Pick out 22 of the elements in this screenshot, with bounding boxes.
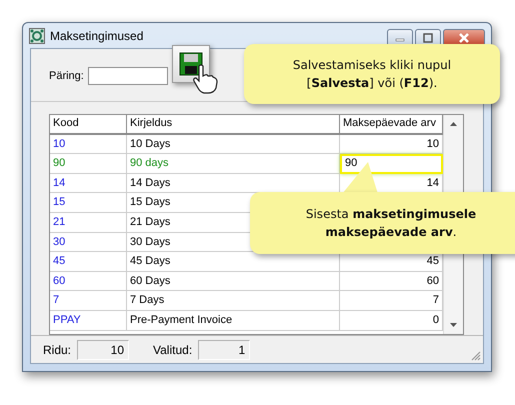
rows-count: 10 [77,340,130,360]
table-cell: 45 [50,252,127,272]
table-cell: 60 Days [127,272,340,292]
table-cell: PPAY [50,310,127,331]
table-cell: 30 [50,232,127,252]
window-title: Maksetingimused [50,28,144,42]
save-hint-tooltip: Salvestamiseks kliki nupul [Salvesta] või (F12). [244,44,500,104]
table-cell: 7 [50,291,127,311]
table-cell: Pre-Payment Invoice [127,310,340,331]
selected-label: Valitud: [153,343,192,357]
table-cell: 60 [50,272,127,292]
table-cell: 7 Days [127,291,340,311]
table-cell: 14 [50,174,127,194]
table-cell: 21 [50,212,127,233]
query-label: Päring: [49,70,84,82]
selected-count: 1 [198,340,250,360]
table-cell: 10 Days [127,134,340,154]
table-cell: 90 days [127,154,340,174]
rows-label: Ridu: [43,343,72,357]
table-cell: 15 [50,193,127,213]
table-cell: 10 [50,134,127,154]
table-cell: 90 [50,154,127,174]
